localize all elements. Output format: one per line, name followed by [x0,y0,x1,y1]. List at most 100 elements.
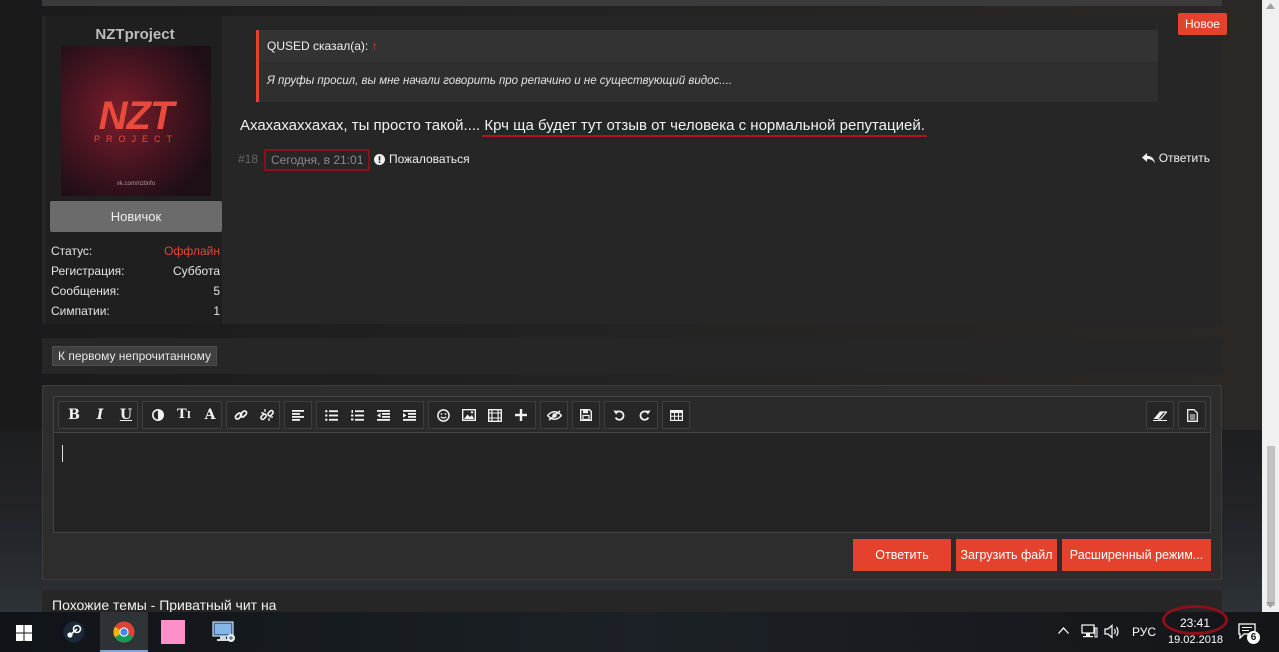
toolbar-group-source [1178,401,1206,429]
scroll-up-icon[interactable] [1266,3,1275,9]
font-icon[interactable]: A [197,402,223,428]
user-info-panel: NZTproject NZT PROJECT vk.com/nztinfo Но… [46,16,222,324]
color-icon[interactable] [145,402,171,428]
upload-file-button[interactable]: Загрузить файл [956,539,1057,571]
language-indicator[interactable]: РУС [1132,625,1156,639]
numbered-list-icon[interactable] [344,402,370,428]
taskbar-remote-desktop[interactable] [200,612,248,652]
post-number-link[interactable]: #18 [238,152,258,166]
outdent-icon[interactable] [370,402,396,428]
source-icon[interactable] [1179,402,1205,428]
quote-jump-arrow-icon[interactable]: ↑ [372,39,378,53]
message-text: Ахахахаххахах, ты просто такой.... [240,117,481,134]
chrome-icon [113,621,135,643]
undo-icon[interactable] [606,402,632,428]
clock-date[interactable]: 19.02.2018 [1168,634,1223,646]
reply-editor: B I U TI A Ответить Загрузить файл Расши… [42,385,1222,580]
username-link[interactable]: NZTproject [46,26,224,43]
insert-icon[interactable] [508,402,534,428]
toolbar-group-spoiler [540,401,568,429]
stat-status: Статус: Оффлайн [51,244,220,264]
toolbar-group-format: TI A [142,401,222,429]
notification-count-badge: 6 [1247,631,1260,644]
text-caret [62,445,63,462]
previous-post-edge [42,0,1222,6]
pink-app-icon [161,620,185,644]
toolbar-group-links [226,401,280,429]
avatar-url: vk.com/nztinfo [116,181,156,187]
stat-label: Статус: [51,244,93,258]
taskbar-steam[interactable] [50,612,98,652]
stat-registration: Регистрация: Суббота [51,264,220,284]
user-rank-badge: Новичок [50,201,222,232]
stat-messages: Сообщения: 5 [51,284,220,304]
indent-icon[interactable] [396,402,422,428]
start-button[interactable] [0,612,48,652]
bold-icon[interactable]: B [61,402,87,428]
message-input[interactable] [53,432,1211,533]
underline-icon[interactable]: U [113,402,139,428]
taskbar-pink-app[interactable] [150,612,198,652]
windows-taskbar: РУС 23:41 19.02.2018 6 [0,612,1279,652]
bullet-list-icon[interactable] [318,402,344,428]
table-icon[interactable] [663,402,689,428]
stat-likes: Симпатии: 1 [51,304,220,324]
stat-label: Регистрация: [51,264,125,278]
unlink-icon[interactable] [254,402,280,428]
submit-reply-button[interactable]: Ответить [853,539,951,571]
stat-value: 1 [213,304,220,318]
post-time-link[interactable]: Сегодня, в 21:01 [264,149,371,171]
stat-label: Симпатии: [51,304,110,318]
taskbar-chrome[interactable] [100,612,148,652]
stat-value: Суббота [173,264,220,278]
post-meta: #18 Сегодня, в 21:01 Пожаловаться Ответи… [238,149,1218,171]
scrollbar-thumb[interactable] [1267,446,1275,606]
show-hidden-icons-icon[interactable] [1058,627,1069,634]
quote-text: Я пруфы просил, вы мне начали говорить п… [267,75,733,87]
page-scrollbar[interactable] [1262,0,1279,612]
forum-post: NZTproject NZT PROJECT vk.com/nztinfo Но… [42,13,1227,324]
toolbar-group-eraser [1146,401,1174,429]
unread-bar: К первому непрочитанному [42,338,1222,374]
reply-label: Ответить [1158,151,1210,165]
redo-icon[interactable] [632,402,658,428]
spoiler-icon[interactable] [541,402,567,428]
avatar-subtitle: PROJECT [93,134,178,144]
scroll-down-icon[interactable] [1266,602,1275,608]
post-message: Ахахахаххахах, ты просто такой.... Крч щ… [240,117,927,137]
stat-value: 5 [213,284,220,298]
volume-icon[interactable] [1104,624,1121,639]
text-size-icon[interactable]: TI [171,402,197,428]
action-center-button[interactable]: 6 [1238,622,1260,644]
image-icon[interactable] [456,402,482,428]
save-icon[interactable] [573,402,599,428]
report-link[interactable]: Пожаловаться [374,152,470,166]
toolbar-group-text: B I U [58,401,138,429]
editor-toolbar: B I U TI A [53,396,1211,432]
avatar-logo: NZT [98,94,175,138]
advanced-mode-button[interactable]: Расширенный режим... [1062,539,1211,571]
toolbar-group-table [662,401,690,429]
italic-icon[interactable]: I [87,402,113,428]
smiley-icon[interactable] [430,402,456,428]
toolbar-group-save [572,401,600,429]
quote-block: QUSED сказал(а): ↑ Я пруфы просил, вы мн… [256,30,1158,102]
first-unread-button[interactable]: К первому непрочитанному [52,346,217,366]
media-icon[interactable] [482,402,508,428]
user-avatar[interactable]: NZT PROJECT vk.com/nztinfo [61,46,211,196]
clock-highlight-annotation [1162,605,1228,635]
alert-icon [374,154,385,165]
quote-header: QUSED сказал(а): ↑ [259,30,1158,62]
steam-icon [63,621,85,643]
eraser-icon[interactable] [1147,402,1173,428]
reply-link[interactable]: Ответить [1141,151,1210,165]
align-icon[interactable] [285,402,311,428]
stat-label: Сообщения: [51,284,120,298]
message-highlighted-text: Крч ща будет тут отзыв от человека с нор… [482,117,927,137]
toolbar-group-align [284,401,312,429]
toolbar-group-insert [428,401,536,429]
start-icon [16,625,32,641]
link-icon[interactable] [228,402,254,428]
network-icon[interactable] [1081,624,1098,639]
quote-author: QUSED сказал(а): [267,39,369,53]
